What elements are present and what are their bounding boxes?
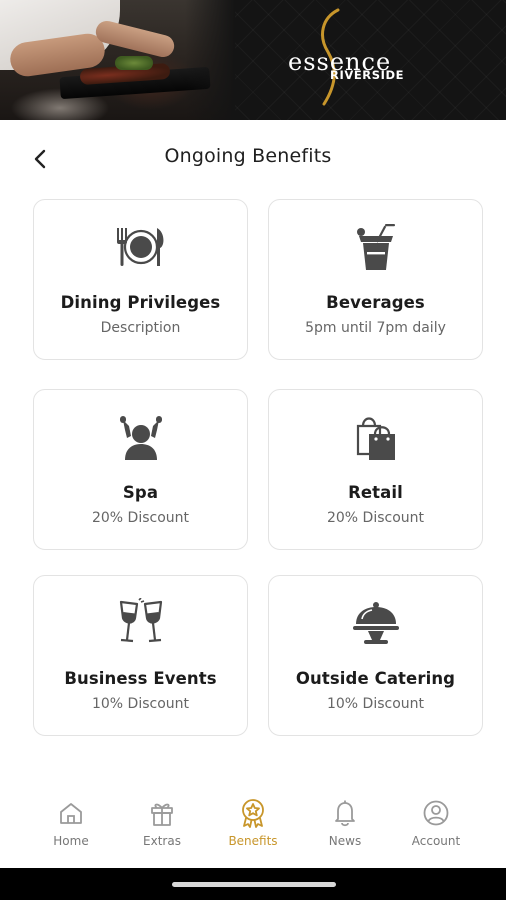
nav-label: News xyxy=(328,834,362,848)
cocktail-glass-icon xyxy=(356,224,395,270)
hero-photo xyxy=(0,0,235,120)
logo-subtitle: RIVERSIDE xyxy=(330,68,405,82)
benefit-subtitle: 5pm until 7pm daily xyxy=(305,320,446,336)
benefit-card-spa[interactable]: Spa 20% Discount xyxy=(33,389,248,550)
wine-glasses-icon xyxy=(119,598,162,643)
spa-person-icon xyxy=(119,416,162,460)
plate-cutlery-icon xyxy=(116,228,163,266)
system-navigation-bar xyxy=(0,868,506,900)
nav-item-home[interactable]: Home xyxy=(26,790,116,865)
home-gesture-handle[interactable] xyxy=(172,882,336,887)
hero-banner: essence RIVERSIDE xyxy=(0,0,506,120)
bottom-navigation: Home Extras Benefits News Account xyxy=(0,790,506,865)
benefit-subtitle: 10% Discount xyxy=(91,696,190,712)
award-badge-icon xyxy=(242,799,264,828)
nav-item-benefits[interactable]: Benefits xyxy=(208,790,298,865)
cloche-tray-icon xyxy=(352,602,399,644)
home-icon xyxy=(60,803,82,824)
benefit-card-retail[interactable]: Retail 20% Discount xyxy=(268,389,483,550)
benefit-subtitle: 20% Discount xyxy=(91,510,190,526)
benefit-title: Dining Privileges xyxy=(60,293,221,312)
benefit-title: Retail xyxy=(348,483,403,502)
benefit-subtitle: 10% Discount xyxy=(326,696,425,712)
gift-icon xyxy=(151,803,173,826)
benefit-title: Business Events xyxy=(64,669,217,688)
nav-label: Extras xyxy=(143,834,181,848)
nav-label: Benefits xyxy=(228,834,278,848)
benefit-subtitle: 20% Discount xyxy=(326,510,425,526)
nav-item-news[interactable]: News xyxy=(300,790,390,865)
nav-item-account[interactable]: Account xyxy=(391,790,481,865)
shopping-bags-icon xyxy=(356,417,395,460)
page-header: Ongoing Benefits xyxy=(0,120,506,192)
benefit-title: Beverages xyxy=(326,293,425,312)
benefit-card-beverages[interactable]: Beverages 5pm until 7pm daily xyxy=(268,199,483,360)
benefit-card-dining[interactable]: Dining Privileges Description xyxy=(33,199,248,360)
benefit-card-outside-catering[interactable]: Outside Catering 10% Discount xyxy=(268,575,483,736)
nav-item-extras[interactable]: Extras xyxy=(117,790,207,865)
nav-label: Account xyxy=(411,834,461,848)
benefit-subtitle: Description xyxy=(100,320,181,336)
account-icon xyxy=(423,800,449,826)
benefit-title: Outside Catering xyxy=(295,669,456,688)
nav-label: Home xyxy=(53,834,89,848)
benefit-title: Spa xyxy=(122,483,159,502)
bell-icon xyxy=(335,800,355,827)
benefit-card-business-events[interactable]: Business Events 10% Discount xyxy=(33,575,248,736)
brand-logo: essence RIVERSIDE xyxy=(280,8,420,108)
page-title: Ongoing Benefits xyxy=(164,145,332,167)
